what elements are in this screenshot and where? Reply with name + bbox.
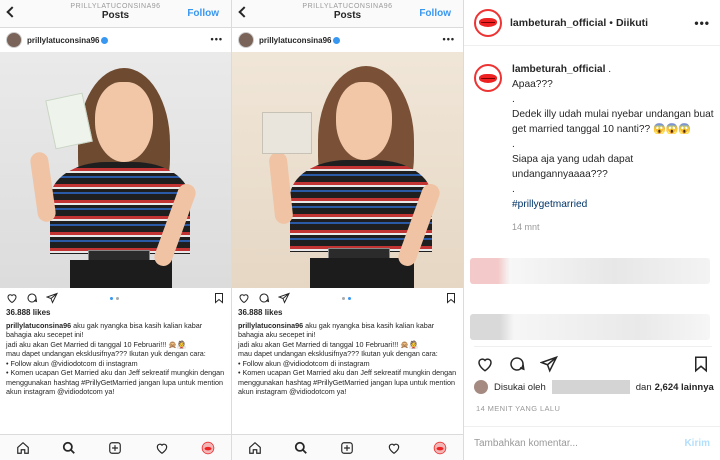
post-photo[interactable] <box>232 52 463 288</box>
top-bar: PRILLYLATUCONSINA96 Posts Follow <box>232 0 463 28</box>
heart-icon[interactable] <box>476 355 494 373</box>
more-icon[interactable]: ••• <box>211 34 223 44</box>
send-icon[interactable] <box>46 292 58 304</box>
search-icon[interactable] <box>294 441 308 455</box>
desktop-post-panel: lambeturah_official • Diikuti ••• lambet… <box>464 0 720 460</box>
bookmark-icon[interactable] <box>445 292 457 304</box>
comment-input[interactable] <box>474 438 685 449</box>
avatar[interactable] <box>238 32 254 48</box>
activity-icon[interactable] <box>387 441 401 455</box>
likes-count[interactable]: 36.888 likes <box>238 308 457 318</box>
bottom-nav <box>232 434 463 460</box>
lips-logo-icon <box>479 73 497 83</box>
bookmark-icon[interactable] <box>213 292 225 304</box>
liked-by-suffix: dan <box>635 381 652 393</box>
blurred-comment <box>464 310 720 344</box>
lips-logo-icon <box>479 18 497 27</box>
top-bar: PRILLYLATUCONSINA96 Posts Follow <box>0 0 231 28</box>
caption-text: Siapa aja yang udah dapat undangannyaaaa… <box>512 154 634 180</box>
send-icon[interactable] <box>278 292 290 304</box>
comment-bar: Kirim <box>464 426 720 460</box>
caption-text: mau dapet undangan eksklusifnya??? Ikuta… <box>6 349 206 358</box>
carousel-pager <box>109 297 119 300</box>
heart-icon[interactable] <box>6 292 18 304</box>
home-icon[interactable] <box>248 441 262 455</box>
blurred-comment <box>464 254 720 288</box>
post-actions <box>474 346 712 373</box>
phone-screen-left: PRILLYLATUCONSINA96 Posts Follow prillyl… <box>0 0 232 460</box>
profile-icon[interactable] <box>201 441 215 455</box>
bottom-nav <box>0 434 231 460</box>
carousel-pager <box>341 297 351 300</box>
caption-text: . <box>512 184 515 195</box>
caption-text: mau dapet undangan eksklusifnya??? Ikuta… <box>238 349 438 358</box>
avatar[interactable] <box>6 32 22 48</box>
caption-username[interactable]: prillylatuconsina96 <box>238 321 303 330</box>
post-caption: 36.888 likes prillylatuconsina96 aku gak… <box>0 308 231 397</box>
post-username[interactable]: prillylatuconsina96 <box>27 36 99 45</box>
more-icon[interactable]: ••• <box>443 34 455 44</box>
caption-text: . <box>512 94 515 105</box>
caption-text: jadi aku akan Get Married di tanggal 10 … <box>238 339 419 349</box>
caption-text: • Komen ucapan Get Married aku dan Jeff … <box>238 368 457 396</box>
caption-username[interactable]: prillylatuconsina96 <box>6 321 71 330</box>
caption-text: Apaa??? <box>512 79 553 90</box>
post-photo[interactable] <box>0 52 231 288</box>
following-status[interactable]: Diikuti <box>616 17 648 29</box>
caption-text: • Komen ucapan Get Married aku dan Jeff … <box>6 368 225 396</box>
verified-icon <box>101 36 109 44</box>
post-header: lambeturah_official • Diikuti ••• <box>464 0 720 46</box>
caption-text: Dedek illy udah mulai nyebar undangan bu… <box>512 109 714 135</box>
hashtag-link[interactable]: #prillygetmarried <box>512 199 587 210</box>
profile-icon[interactable] <box>433 441 447 455</box>
post-username[interactable]: prillylatuconsina96 <box>259 36 331 45</box>
verified-icon <box>333 36 341 44</box>
post-header: prillylatuconsina96 ••• <box>0 28 231 52</box>
post-username[interactable]: lambeturah_official <box>510 17 606 29</box>
send-comment-button[interactable]: Kirim <box>684 438 710 449</box>
follow-button[interactable]: Follow <box>187 8 219 19</box>
bookmark-icon[interactable] <box>692 355 710 373</box>
phone-screen-right: PRILLYLATUCONSINA96 Posts Follow prillyl… <box>232 0 464 460</box>
add-icon[interactable] <box>340 441 354 455</box>
liked-by: Disukai oleh dan 2,624 lainnya <box>474 380 717 394</box>
activity-icon[interactable] <box>155 441 169 455</box>
caption-text: • Follow akun @vidiodotcom di instagram <box>238 358 370 368</box>
liked-by-prefix: Disukai oleh <box>494 381 546 393</box>
avatar[interactable] <box>474 64 502 92</box>
post-time: 14 mnt <box>512 222 540 232</box>
caption-username[interactable]: lambeturah_official <box>512 64 605 75</box>
posted-ago: 14 MENIT YANG LALU <box>476 404 561 413</box>
search-icon[interactable] <box>62 441 76 455</box>
post-actions <box>232 288 463 308</box>
avatar[interactable] <box>474 8 502 37</box>
caption-text: jadi aku akan Get Married di tanggal 10 … <box>6 339 187 349</box>
post-caption: 36.888 likes prillylatuconsina96 aku gak… <box>232 308 463 397</box>
post-caption: lambeturah_official . Apaa??? . Dedek il… <box>474 58 714 232</box>
comment-icon[interactable] <box>508 355 526 373</box>
caption-text: . <box>608 64 612 75</box>
caption-text: • Follow akun @vidiodotcom di instagram <box>6 358 138 368</box>
add-icon[interactable] <box>108 441 122 455</box>
redacted-username <box>551 380 630 394</box>
home-icon[interactable] <box>16 441 30 455</box>
likes-count[interactable]: 36.888 likes <box>6 308 225 318</box>
avatar[interactable] <box>474 380 488 394</box>
post-header: prillylatuconsina96 ••• <box>232 28 463 52</box>
post-actions <box>0 288 231 308</box>
caption-text: . <box>512 139 515 150</box>
comment-icon[interactable] <box>26 292 38 304</box>
heart-icon[interactable] <box>238 292 250 304</box>
more-icon[interactable]: ••• <box>694 16 710 30</box>
follow-button[interactable]: Follow <box>419 8 451 19</box>
comment-icon[interactable] <box>258 292 270 304</box>
separator: • <box>609 16 613 29</box>
liked-count[interactable]: 2,624 lainnya <box>655 382 714 393</box>
send-icon[interactable] <box>540 355 558 373</box>
